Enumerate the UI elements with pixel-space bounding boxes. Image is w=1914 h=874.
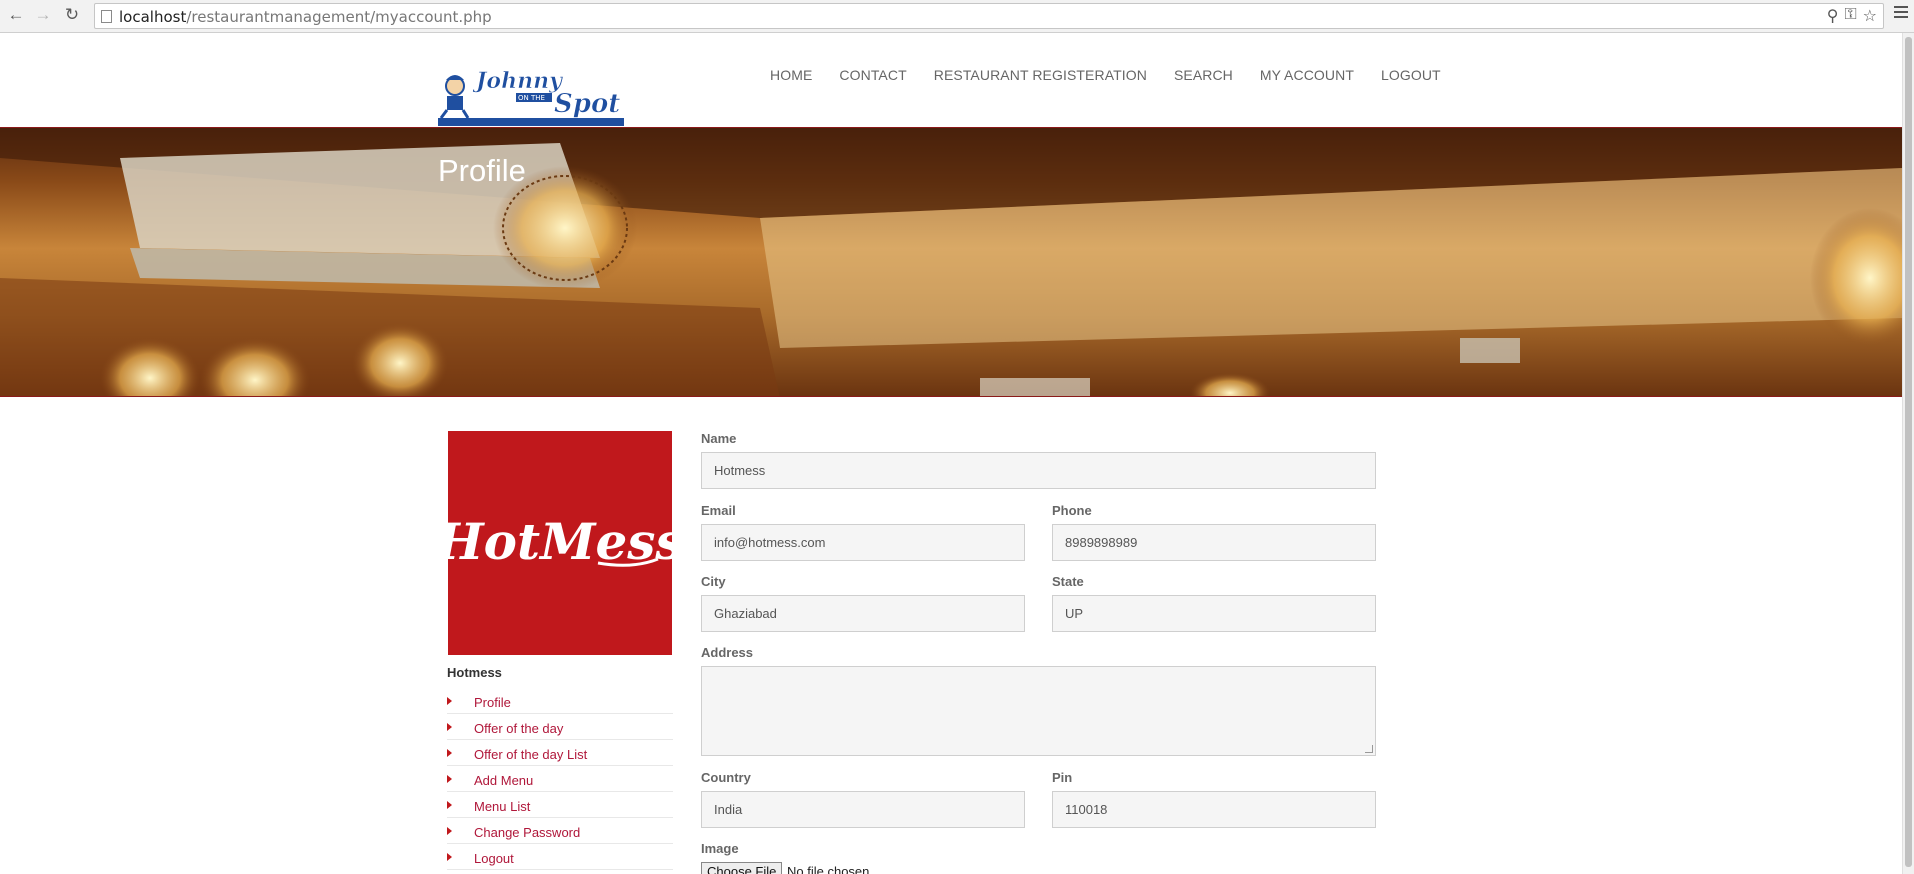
choose-file-button[interactable]: Choose File xyxy=(701,862,783,874)
back-arrow-icon[interactable]: ← xyxy=(6,5,26,25)
country-input[interactable]: India xyxy=(701,791,1025,828)
hero-background-image xyxy=(0,128,1902,396)
browser-toolbar: ← → ↻ localhost/restaurantmanagement/mya… xyxy=(0,0,1914,33)
page-scrollbar[interactable] xyxy=(1902,33,1914,874)
address-bar[interactable]: localhost/restaurantmanagement/myaccount… xyxy=(94,3,1884,29)
profile-image-text: HotMess xyxy=(448,512,672,571)
state-label: State xyxy=(1052,574,1084,589)
nav-logout[interactable]: LOGOUT xyxy=(1381,67,1441,83)
arrow-right-icon xyxy=(447,827,452,835)
restaurant-profile-image: HotMess xyxy=(434,431,684,655)
bookmark-star-icon[interactable]: ☆ xyxy=(1863,6,1877,26)
forward-arrow-icon[interactable]: → xyxy=(33,5,53,25)
main-nav: HOME CONTACT RESTAURANT REGISTERATION SE… xyxy=(770,67,1468,83)
address-label: Address xyxy=(701,645,754,660)
resize-grip-icon[interactable] xyxy=(1365,745,1373,753)
address-textarea[interactable] xyxy=(701,666,1376,756)
menu-item-label: Offer of the day xyxy=(474,721,564,736)
zoom-icon[interactable]: ⚲ xyxy=(1827,6,1839,26)
arrow-right-icon xyxy=(447,749,452,757)
email-label: Email xyxy=(701,503,736,518)
phone-label: Phone xyxy=(1052,503,1092,518)
menu-item-logout[interactable]: Logout xyxy=(447,844,673,870)
state-input[interactable]: UP xyxy=(1052,595,1376,632)
menu-item-add-menu[interactable]: Add Menu xyxy=(447,766,673,792)
menu-item-label: Change Password xyxy=(474,825,581,840)
pin-input[interactable]: 110018 xyxy=(1052,791,1376,828)
logo-text-on-the: ON THE xyxy=(518,94,545,102)
account-menu: Profile Offer of the day Offer of the da… xyxy=(447,688,673,870)
arrow-right-icon xyxy=(447,853,452,861)
menu-item-offer-list[interactable]: Offer of the day List xyxy=(447,740,673,766)
menu-item-label: Logout xyxy=(474,851,514,866)
menu-item-change-password[interactable]: Change Password xyxy=(447,818,673,844)
phone-input[interactable]: 8989898989 xyxy=(1052,524,1376,561)
arrow-right-icon xyxy=(447,775,452,783)
nav-search[interactable]: SEARCH xyxy=(1174,67,1233,83)
url-text: localhost/restaurantmanagement/myaccount… xyxy=(119,8,492,26)
arrow-right-icon xyxy=(447,697,452,705)
hero-banner: Profile xyxy=(0,127,1902,397)
nav-home[interactable]: HOME xyxy=(770,67,812,83)
city-input[interactable]: Ghaziabad xyxy=(701,595,1025,632)
browser-menu-icon[interactable] xyxy=(1894,6,1908,24)
url-path: /restaurantmanagement/myaccount.php xyxy=(186,8,492,26)
nav-contact[interactable]: CONTACT xyxy=(839,67,906,83)
page-icon xyxy=(101,10,112,23)
nav-restaurant-registration[interactable]: RESTAURANT REGISTERATION xyxy=(934,67,1147,83)
name-input[interactable]: Hotmess xyxy=(701,452,1376,489)
menu-item-profile[interactable]: Profile xyxy=(447,688,673,714)
menu-item-label: Add Menu xyxy=(474,773,534,788)
reload-icon[interactable]: ↻ xyxy=(62,5,82,25)
menu-item-label: Offer of the day List xyxy=(474,747,588,762)
name-label: Name xyxy=(701,431,737,446)
arrow-right-icon xyxy=(447,723,452,731)
pin-label: Pin xyxy=(1052,770,1073,785)
menu-item-label: Menu List xyxy=(474,799,531,814)
nav-my-account[interactable]: MY ACCOUNT xyxy=(1260,67,1354,83)
email-input[interactable]: info@hotmess.com xyxy=(701,524,1025,561)
menu-item-label: Profile xyxy=(474,695,511,710)
url-host: localhost xyxy=(119,8,187,26)
menu-item-offer-of-the-day[interactable]: Offer of the day xyxy=(447,714,673,740)
arrow-right-icon xyxy=(447,801,452,809)
page-title: Profile xyxy=(438,153,526,188)
image-label: Image xyxy=(701,841,739,856)
menu-item-menu-list[interactable]: Menu List xyxy=(447,792,673,818)
logo-text-johnny: Johnny xyxy=(472,68,564,94)
city-label: City xyxy=(701,574,726,589)
file-status: No file chosen xyxy=(787,864,870,874)
country-label: Country xyxy=(701,770,751,785)
logo-text-spot: Spot xyxy=(554,89,620,119)
restaurant-name: Hotmess xyxy=(447,665,502,680)
key-icon[interactable]: ⚿ xyxy=(1844,6,1856,26)
scrollbar-thumb[interactable] xyxy=(1905,37,1912,867)
site-logo[interactable]: Johnny ON THE Spot xyxy=(438,66,624,126)
